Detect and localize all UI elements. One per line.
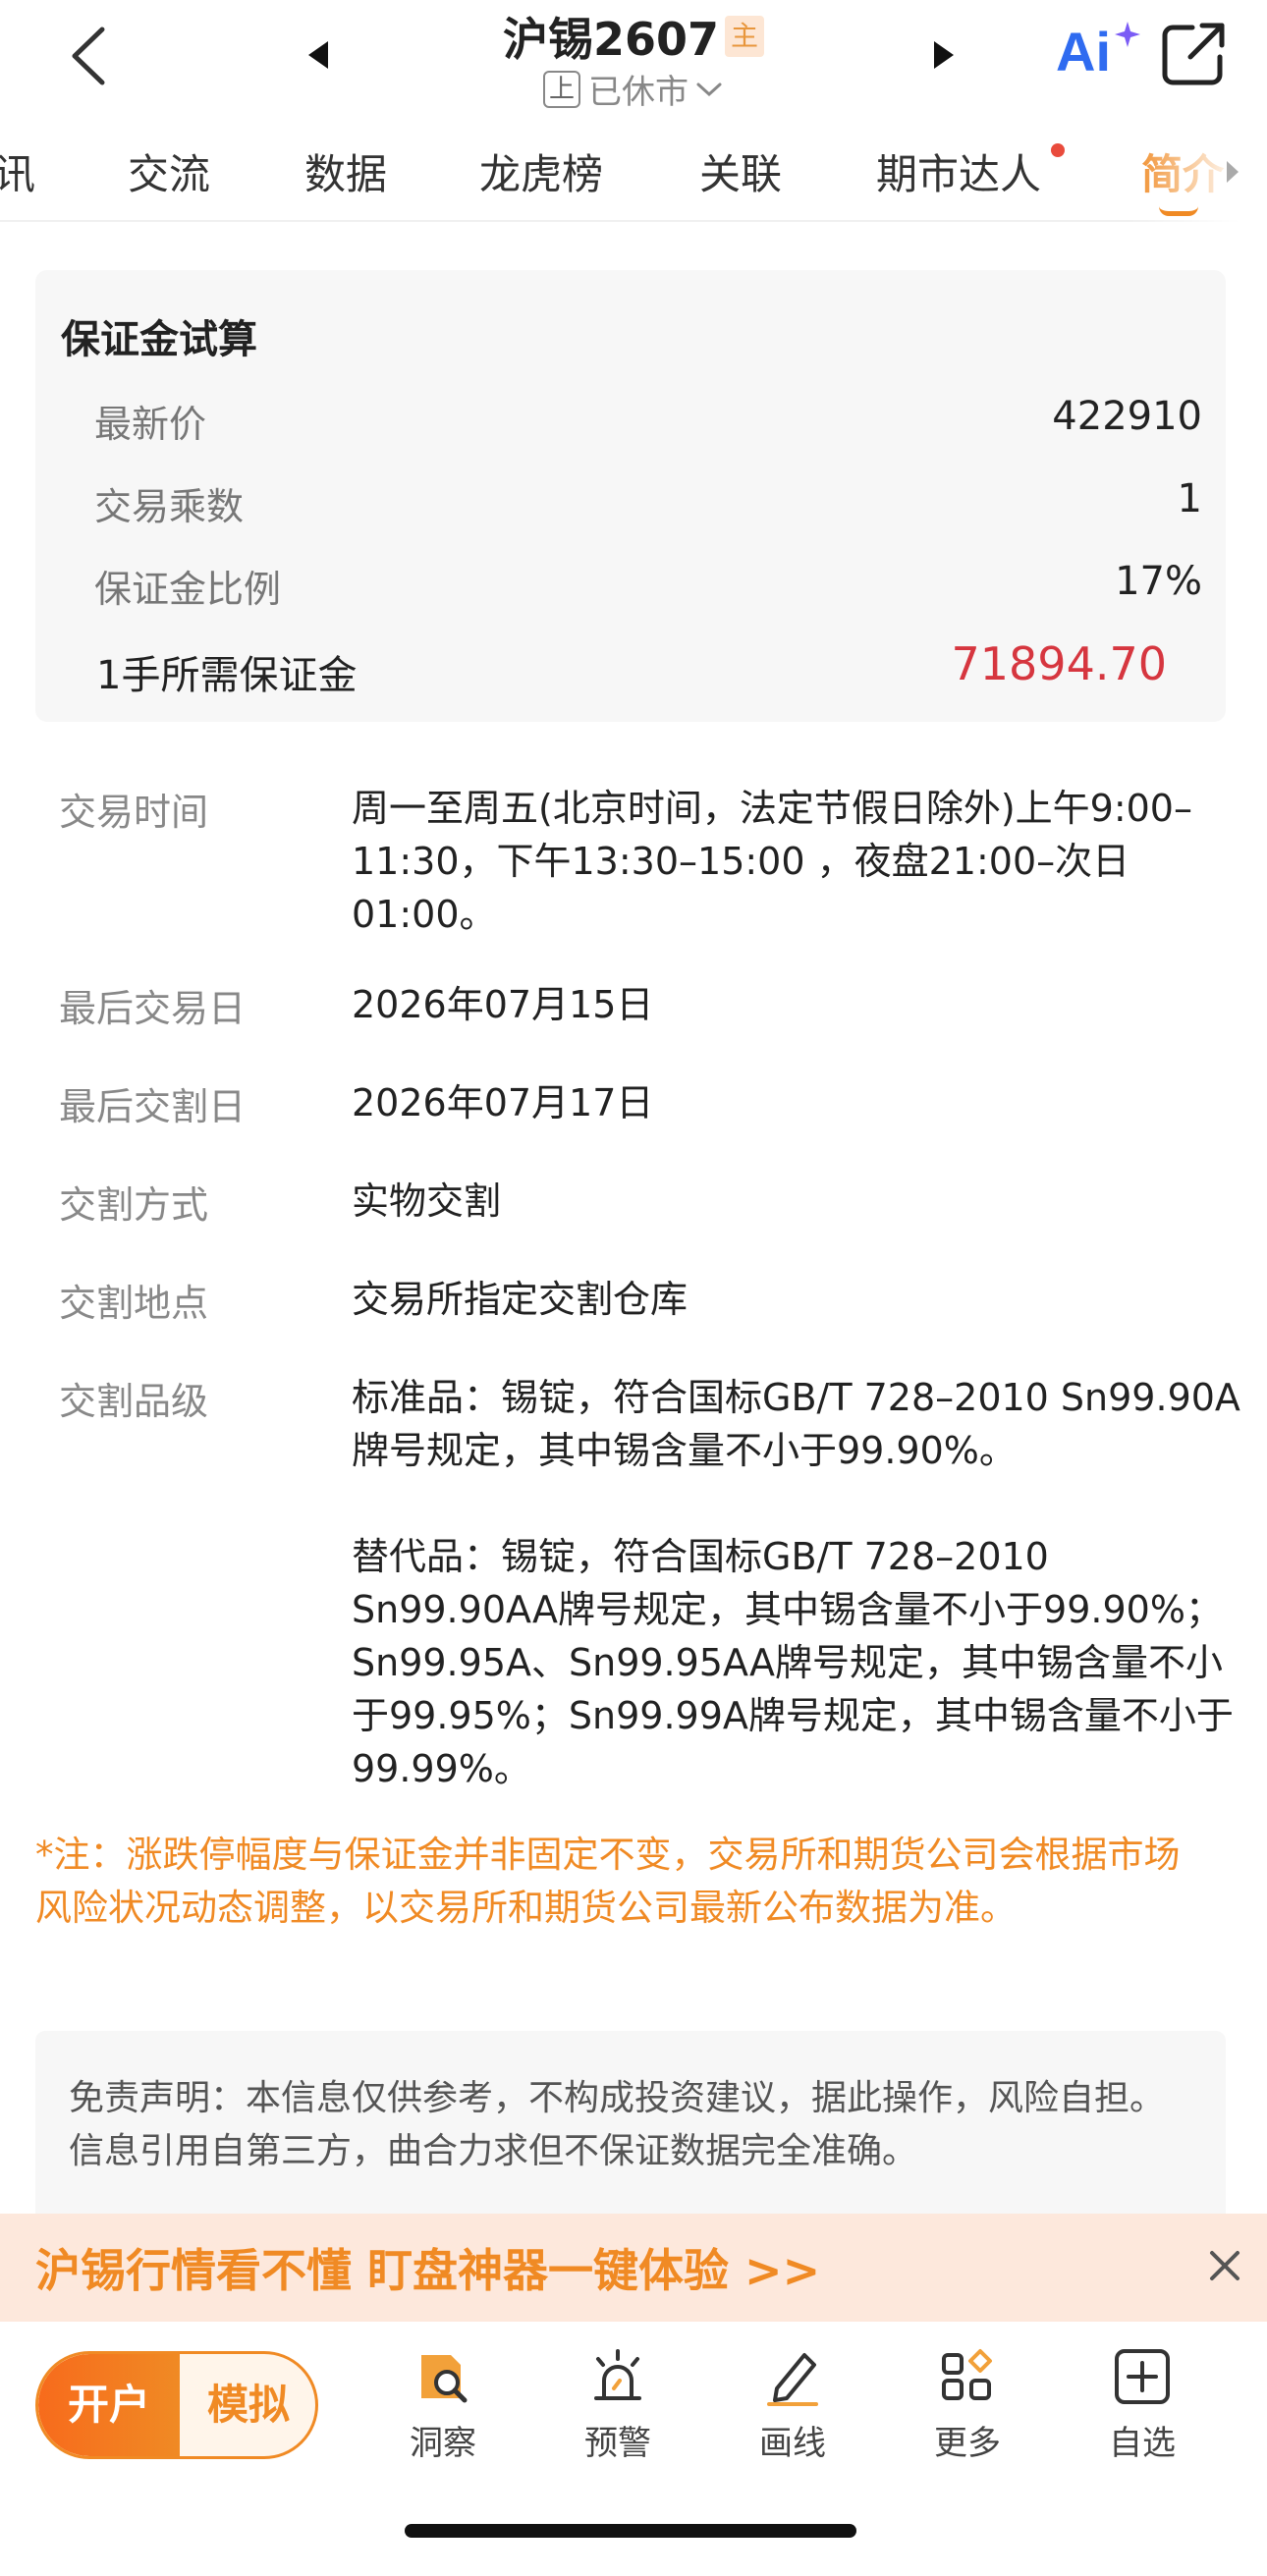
detail-value: 实物交割	[352, 1175, 1255, 1228]
detail-delivery-grade: 交割品级 标准品：锡锭，符合国标GB/T 728–2010 Sn99.90A牌号…	[59, 1371, 1240, 1803]
detail-value: 交易所指定交割仓库	[352, 1273, 1255, 1326]
detail-label: 最后交易日	[59, 987, 247, 1030]
tab-related[interactable]: 关联	[699, 141, 782, 201]
detail-value: 2026年07月17日	[352, 1076, 1255, 1129]
detail-label: 交割地点	[59, 1282, 209, 1325]
notification-dot	[1051, 143, 1065, 157]
latest-price-row: 最新价 422910	[94, 394, 1202, 453]
account-pill: 开户 模拟	[35, 2351, 318, 2459]
toolbar-label: 更多	[934, 2424, 1001, 2463]
promo-banner[interactable]: 沪锡行情看不懂 盯盘神器一键体验 >>	[0, 2214, 1267, 2322]
simulate-button[interactable]: 模拟	[180, 2354, 315, 2456]
tab-experts[interactable]: 期市达人	[876, 141, 1041, 201]
margin-note: *注：涨跌停幅度与保证金并非固定不变，交易所和期货公司会根据市场风险状况动态调整…	[35, 1834, 1181, 1929]
detail-text: 2026年07月17日	[352, 1081, 654, 1124]
bottom-toolbar: 开户 模拟 洞察 预警 画线 更多 自选	[0, 2322, 1267, 2576]
ai-label: Ai	[1056, 21, 1111, 82]
margin-calculator-card: 保证金试算 最新价 422910 交易乘数 1 保证金比例 17% 1手所需保证…	[35, 270, 1226, 722]
toolbar-label: 预警	[584, 2424, 651, 2463]
row-value: 17%	[1115, 559, 1202, 604]
detail-last-delivery-day: 最后交割日 2026年07月17日	[59, 1076, 1208, 1135]
open-account-button[interactable]: 开户	[38, 2354, 180, 2456]
toolbar-label: 洞察	[410, 2424, 476, 2463]
detail-last-trading-day: 最后交易日 2026年07月15日	[59, 978, 1208, 1037]
row-value: 1	[1177, 476, 1202, 521]
active-tab-indicator	[1159, 206, 1198, 216]
row-label: 保证金比例	[94, 568, 282, 611]
detail-text: 标准品：锡锭，符合国标GB/T 728–2010 Sn99.90A牌号规定，其中…	[352, 1376, 1240, 1472]
detail-value: 标准品：锡锭，符合国标GB/T 728–2010 Sn99.90A牌号规定，其中…	[352, 1371, 1255, 1795]
add-watchlist-icon	[1115, 2349, 1170, 2404]
detail-label: 交割品级	[59, 1380, 209, 1423]
toolbar-label: 自选	[1109, 2424, 1176, 2463]
detail-label: 最后交割日	[59, 1085, 247, 1128]
toolbar-watchlist[interactable]: 自选	[1088, 2345, 1196, 2464]
sparkle-icon	[1115, 22, 1140, 47]
row-label: 交易乘数	[94, 485, 245, 528]
toolbar-insight[interactable]: 洞察	[389, 2345, 497, 2464]
tab-news[interactable]: 讯	[0, 141, 35, 201]
promo-close-button[interactable]	[1200, 2241, 1249, 2290]
insight-icon	[421, 2355, 468, 2403]
detail-text: 交易所指定交割仓库	[352, 1278, 689, 1321]
top-header: 沪锡2607 主 上已休市 Ai	[0, 0, 1267, 147]
share-button[interactable]	[1159, 20, 1228, 88]
toolbar-draw[interactable]: 画线	[739, 2345, 847, 2464]
detail-delivery-method: 交割方式 实物交割	[59, 1175, 1208, 1233]
toolbar-more[interactable]: 更多	[913, 2345, 1021, 2464]
card-title: 保证金试算	[61, 317, 257, 362]
promo-text[interactable]: 沪锡行情看不懂 盯盘神器一键体验 >>	[35, 2235, 820, 2300]
total-margin-label: 1手所需保证金	[96, 653, 358, 698]
detail-value: 2026年07月15日	[352, 978, 1255, 1031]
chevron-right-icon[interactable]	[1223, 157, 1242, 187]
grid-icon	[942, 2349, 992, 2400]
row-label: 最新价	[94, 403, 207, 446]
tab-fade	[1129, 128, 1267, 222]
detail-delivery-location: 交割地点 交易所指定交割仓库	[59, 1273, 1208, 1332]
share-icon	[1162, 23, 1225, 85]
disclaimer-text: 免责声明：本信息仅供参考，不构成投资建议，据此操作，风险自担。信息引用自第三方，…	[69, 2078, 1166, 2171]
home-indicator	[405, 2524, 856, 2538]
detail-text: 替代品：锡锭，符合国标GB/T 728–2010 Sn99.90AA牌号规定，其…	[352, 1535, 1234, 1790]
ai-assistant-button[interactable]: Ai	[1056, 20, 1140, 94]
detail-trading-hours: 交易时间 周一至周五(北京时间，法定节假日除外)上午9:00–11:30，下午1…	[59, 782, 1208, 949]
margin-ratio-row: 保证金比例 17%	[94, 559, 1202, 618]
detail-text: 2026年07月15日	[352, 983, 654, 1026]
page-title: 沪锡2607	[502, 13, 719, 66]
detail-text: 周一至周五(北京时间，法定节假日除外)上午9:00–11:30，下午13:30–…	[352, 787, 1192, 936]
pencil-icon	[767, 2353, 818, 2406]
row-value: 422910	[1052, 394, 1202, 439]
disclaimer-box: 免责声明：本信息仅供参考，不构成投资建议，据此操作，风险自担。信息引用自第三方，…	[35, 2031, 1226, 2227]
tab-discussion[interactable]: 交流	[128, 141, 210, 201]
toolbar-label: 画线	[759, 2424, 826, 2463]
chevron-down-icon	[696, 82, 722, 96]
tab-top-list[interactable]: 龙虎榜	[479, 141, 603, 201]
toolbar-alarm[interactable]: 预警	[564, 2345, 672, 2464]
alarm-icon	[594, 2349, 641, 2400]
tab-data[interactable]: 数据	[304, 141, 387, 201]
exchange-badge: 上	[543, 70, 580, 108]
detail-text: 实物交割	[352, 1179, 502, 1223]
next-contract-button[interactable]	[928, 37, 958, 73]
tab-bar: 讯 交流 数据 龙虎榜 关联 期市达人 简介	[0, 128, 1267, 222]
detail-label: 交易时间	[59, 791, 209, 834]
triangle-right-icon	[934, 41, 954, 69]
market-status-text: 已休市	[588, 73, 689, 112]
detail-value: 周一至周五(北京时间，法定节假日除外)上午9:00–11:30，下午13:30–…	[352, 782, 1255, 941]
total-margin-value: 71894.70	[951, 637, 1168, 690]
multiplier-row: 交易乘数 1	[94, 476, 1202, 535]
main-contract-badge: 主	[725, 16, 765, 57]
close-icon	[1210, 2251, 1239, 2280]
detail-label: 交割方式	[59, 1183, 209, 1227]
